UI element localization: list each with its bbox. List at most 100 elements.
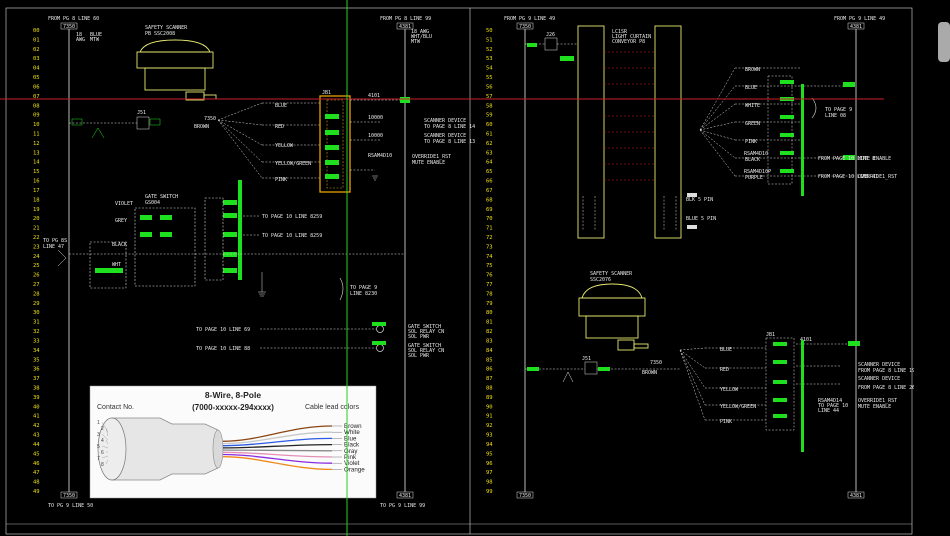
to-page9b-2: LINE 8230 <box>350 291 377 297</box>
j26-box <box>544 37 558 51</box>
gs-msg-6: SOL PWR <box>408 353 430 359</box>
gate-color-violet: VIOLET <box>115 201 133 207</box>
left-row-37: 37 <box>33 376 40 382</box>
wire-pink-right: PINK <box>720 419 732 425</box>
left-to-left: TO PG 9 LINE 50 <box>48 503 93 509</box>
right-row-58: 58 <box>486 103 493 109</box>
left-row-43: 43 <box>33 433 40 439</box>
left-row-42: 42 <box>33 423 40 429</box>
gs-msg-3: SOL PWR <box>408 334 430 340</box>
right-row-64: 64 <box>486 160 493 166</box>
right-row-51: 51 <box>486 37 493 43</box>
curtain-rsam-2: RSAM4D10P <box>744 169 771 175</box>
curtain-ref-6: OVERRIDE1_RST <box>858 174 897 180</box>
inset-contact-label: Contact No. <box>97 404 134 411</box>
left-row-numbers-b: 5051525354555657585960616263646566676869… <box>486 28 493 495</box>
right-row-62: 62 <box>486 141 493 147</box>
right-row-65: 65 <box>486 169 493 175</box>
tag-1: 10000 <box>368 115 383 121</box>
j51-left: J51 <box>137 110 146 116</box>
left-row-36: 36 <box>33 367 40 373</box>
right-row-98: 98 <box>486 480 493 486</box>
j51-right-box <box>584 361 598 375</box>
right-row-84: 84 <box>486 348 493 354</box>
contact-number: 8 <box>101 462 104 468</box>
j51-right: J51 <box>582 356 591 362</box>
contact-number: 5 <box>97 444 100 450</box>
left-sheet: FROM PG 8 LINE 60 FROM PG 8 LINE 99 7350… <box>33 16 493 509</box>
curtain-green: GREEN <box>745 121 760 127</box>
awg-right-3: MTW <box>411 39 421 45</box>
left-row-32: 32 <box>33 329 40 335</box>
brown-right: BROWN <box>642 370 657 376</box>
right-row-87: 87 <box>486 376 493 382</box>
schematic-canvas[interactable]: FROM PG 8 LINE 60 FROM PG 8 LINE 99 7350… <box>0 0 950 536</box>
left-row-11: 11 <box>33 131 40 137</box>
left-row-09: 09 <box>33 113 40 119</box>
wire-yellow-left: YELLOW <box>275 143 294 149</box>
awg-left-2: AWG <box>76 37 85 43</box>
right-row-59: 59 <box>486 113 493 119</box>
left-row-18: 18 <box>33 197 40 203</box>
scanner-ref-4: FROM PAGE 8 LINE 26 <box>858 385 915 391</box>
scroll-handle[interactable] <box>938 22 950 62</box>
right-row-70: 70 <box>486 216 493 222</box>
inset-part: (7000-xxxxx-294xxxx) <box>192 403 274 412</box>
wire-yellow-right: YELLOW <box>720 387 739 393</box>
scanner-msg-4: TO PAGE 8 LINE 13 <box>424 139 475 145</box>
right-from-right: FROM PG 9 LINE 49 <box>834 16 885 22</box>
node-7350-right: 7350 <box>650 360 662 366</box>
right-rail-left-bot: 7350 <box>519 493 531 499</box>
cable-inset: 8-Wire, 8-Pole (7000-xxxxx-294xxxx) Cont… <box>89 385 377 499</box>
scanner-left-title-2: PB SSC2008 <box>145 31 175 37</box>
left-row-00: 00 <box>33 28 40 34</box>
right-row-53: 53 <box>486 56 493 62</box>
j51-left-box <box>136 116 150 130</box>
left-row-31: 31 <box>33 320 40 326</box>
gate-color-black: BLACK <box>112 242 127 248</box>
right-row-69: 69 <box>486 207 493 213</box>
tag-2: 10000 <box>368 133 383 139</box>
left-row-41: 41 <box>33 414 40 420</box>
right-row-73: 73 <box>486 244 493 250</box>
curtain-rsam-1: RSAM4D10 <box>744 151 768 157</box>
wire-red-left: RED <box>275 124 284 130</box>
right-row-78: 78 <box>486 291 493 297</box>
right-row-90: 90 <box>486 404 493 410</box>
left-row-48: 48 <box>33 480 40 486</box>
left-row-38: 38 <box>33 386 40 392</box>
left-row-27: 27 <box>33 282 40 288</box>
left-rail-right-bot: 4381 <box>399 493 411 499</box>
left-row-16: 16 <box>33 179 40 185</box>
left-from-right: FROM PG 8 LINE 99 <box>380 16 431 22</box>
safety-scanner-right: SAFETY SCANNER SSC2076 <box>578 271 649 351</box>
right-row-79: 79 <box>486 301 493 307</box>
right-row-83: 83 <box>486 338 493 344</box>
curtain-white: WHITE <box>745 103 760 109</box>
left-row-08: 08 <box>33 103 40 109</box>
contact-number: 7 <box>97 456 100 462</box>
right-row-67: 67 <box>486 188 493 194</box>
contact-number: 2 <box>101 426 104 432</box>
left-row-26: 26 <box>33 273 40 279</box>
left-to-right: TO PG 9 LINE 99 <box>380 503 425 509</box>
cable-lead-gray <box>222 449 333 452</box>
left-row-33: 33 <box>33 338 40 344</box>
gate-ref-2: TO PAGE 10 LINE 8259 <box>262 233 322 239</box>
bottom-ref-1: TO PAGE 10 LINE 69 <box>196 327 250 333</box>
left-row-05: 05 <box>33 75 40 81</box>
curtain-black: BLACK <box>745 157 760 163</box>
right-row-80: 80 <box>486 310 493 316</box>
j26: J26 <box>546 32 555 38</box>
right-row-82: 82 <box>486 329 493 335</box>
left-row-44: 44 <box>33 442 40 448</box>
bottom-ref-2: TO PAGE 10 LINE 88 <box>196 346 250 352</box>
right-row-93: 93 <box>486 433 493 439</box>
gate-color-wht: WHT <box>112 262 121 268</box>
left-row-12: 12 <box>33 141 40 147</box>
override-left-2: MUTE ENABLE <box>412 160 445 166</box>
right-row-86: 86 <box>486 367 493 373</box>
rsam-right-3: LINE 44 <box>818 408 839 414</box>
left-row-45: 45 <box>33 451 40 457</box>
left-row-34: 34 <box>33 348 40 354</box>
